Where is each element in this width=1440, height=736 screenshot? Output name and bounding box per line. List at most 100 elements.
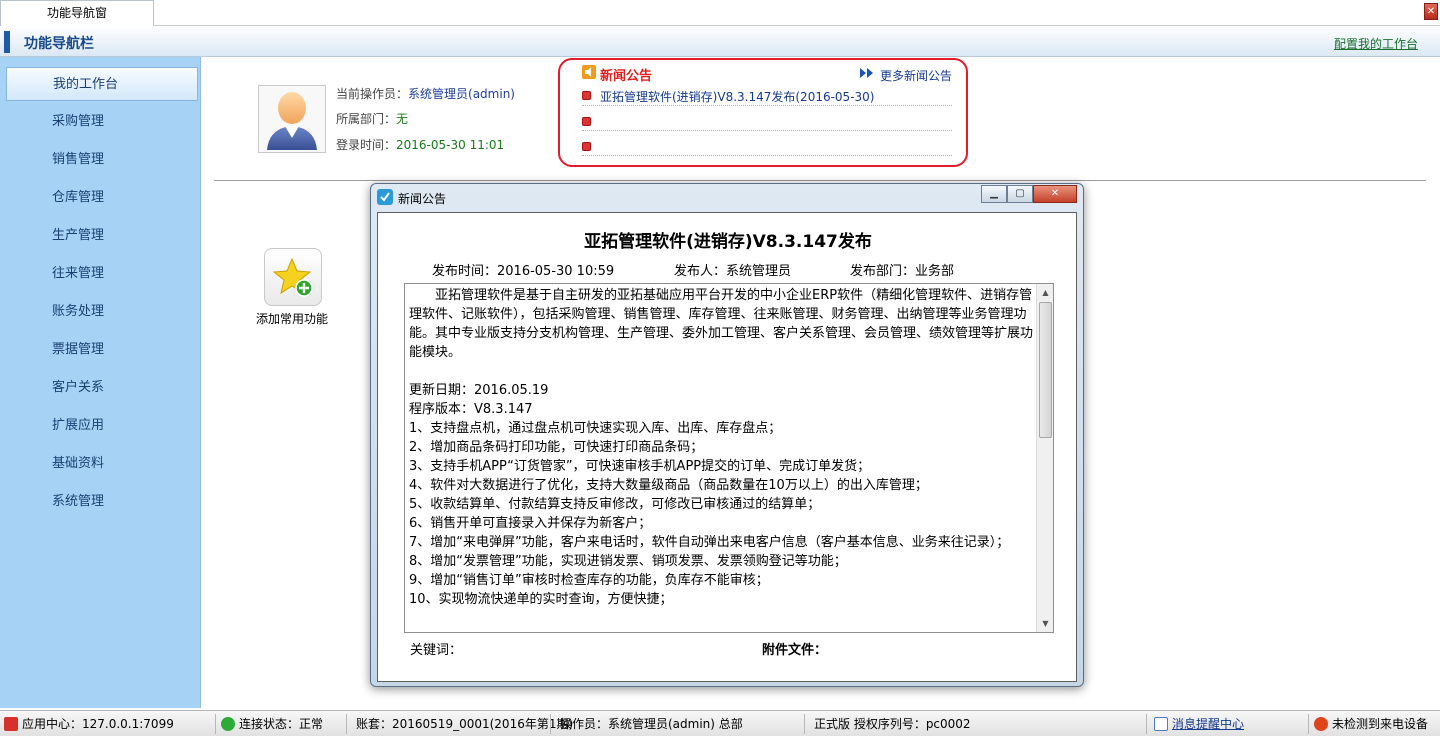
close-icon[interactable]: ✕	[1424, 3, 1438, 20]
header-accent	[4, 31, 10, 53]
check-icon	[221, 717, 235, 731]
message-center-link[interactable]: 消息提醒中心	[1172, 717, 1244, 731]
publish-time: 发布时间：2016-05-30 10:59	[432, 264, 615, 279]
content-line: 5、收款结算单、付款结算支持反审修改，可修改已审核通过的结算单；	[409, 497, 821, 512]
license-status: 正式版 授权序列号：pc0002	[814, 717, 971, 731]
department-label: 所属部门：	[336, 112, 397, 126]
dialog-title: 新闻公告	[398, 192, 447, 206]
double-arrow-icon	[860, 68, 873, 78]
app-center-text: 应用中心：127.0.0.1:7099	[22, 717, 174, 731]
department-value: 无	[396, 112, 409, 126]
scroll-up-icon[interactable]: ▲	[1038, 285, 1053, 300]
device-status-text: 未检测到来电设备	[1332, 717, 1429, 731]
sidebar: 我的工作台 采购管理 销售管理 仓库管理 生产管理 往来管理 账务处理 票据管理…	[0, 57, 201, 708]
status-bar: 应用中心：127.0.0.1:7099 连接状态：正常 账套：20160519_…	[0, 710, 1440, 736]
status-separator	[804, 714, 805, 734]
operator-status: 操作员：系统管理员(admin) 总部	[560, 717, 743, 731]
app-logo-icon	[377, 189, 393, 205]
dialog-body: 亚拓管理软件(进销存)V8.3.147发布 发布时间：2016-05-30 10…	[377, 212, 1077, 682]
login-time-row: 登录时间：2016-05-30 11:01	[336, 136, 504, 153]
content-line: 3、支持手机APP“订货管家”，可快速审核手机APP提交的订单、完成订单发货；	[409, 459, 871, 474]
content-paragraph: 亚拓管理软件是基于自主研发的亚拓基础应用平台开发的中小企业ERP软件（精细化管理…	[409, 288, 1034, 360]
publish-department: 发布部门：业务部	[850, 264, 955, 279]
message-center[interactable]: 消息提醒中心	[1154, 711, 1244, 736]
content-line: 2、增加商品条码打印功能，可快速打印商品条码；	[409, 440, 704, 455]
news-separator	[582, 105, 952, 106]
more-news-link[interactable]: 更多新闻公告	[880, 67, 952, 84]
news-bullet-icon	[582, 117, 591, 126]
content-line: 6、销售开单可直接录入并保存为新客户；	[409, 516, 652, 531]
account-status: 账套：20160519_0001(2016年第1期)	[356, 717, 574, 731]
add-favorite-button[interactable]	[264, 248, 322, 306]
keywords-label: 关键词：	[410, 643, 463, 658]
star-add-icon	[272, 257, 313, 297]
news-separator	[582, 130, 952, 131]
sidebar-item-sales[interactable]: 销售管理	[6, 143, 198, 177]
login-time-label: 登录时间：	[336, 138, 397, 152]
sidebar-item-bills[interactable]: 票据管理	[6, 333, 198, 367]
sidebar-item-system[interactable]: 系统管理	[6, 485, 198, 519]
operator-value: 系统管理员(admin)	[408, 87, 515, 101]
sidebar-item-crm[interactable]: 客户关系	[6, 371, 198, 405]
content-line: 8、增加“发票管理”功能，实现进销发票、销项发票、发票领购登记等功能；	[409, 554, 847, 569]
mail-icon	[1154, 717, 1168, 731]
tab-label: 功能导航窗	[46, 6, 107, 20]
config-workbench-link[interactable]: 配置我的工作台	[1334, 35, 1418, 52]
news-dialog: 新闻公告 ▁ ▢ ✕ 亚拓管理软件(进销存)V8.3.147发布 发布时间：20…	[370, 183, 1084, 687]
department-row: 所属部门：无	[336, 110, 408, 127]
content-line: 9、增加“销售订单”审核时检查库存的功能，负库存不能审核；	[409, 573, 769, 588]
publisher: 发布人：系统管理员	[674, 264, 792, 279]
content-line: 7、增加“来电弹屏”功能，客户来电话时，软件自动弹出来电客户信息（客户基本信息、…	[409, 535, 1010, 550]
news-bullet-icon	[582, 142, 591, 151]
nav-header-title: 功能导航栏	[24, 36, 94, 52]
avatar	[258, 85, 326, 153]
close-button[interactable]: ✕	[1033, 185, 1077, 203]
news-item[interactable]: 亚拓管理软件(进销存)V8.3.147发布(2016-05-30)	[600, 88, 874, 105]
scroll-thumb[interactable]	[1039, 302, 1052, 438]
sidebar-item-warehouse[interactable]: 仓库管理	[6, 181, 198, 215]
alert-dot-icon	[1314, 717, 1328, 731]
status-separator	[1146, 714, 1147, 734]
nav-header: 功能导航栏 配置我的工作台	[0, 27, 1440, 57]
app-center-status: 应用中心：127.0.0.1:7099	[4, 711, 174, 736]
sidebar-item-production[interactable]: 生产管理	[6, 219, 198, 253]
content-text: 亚拓管理软件是基于自主研发的亚拓基础应用平台开发的中小企业ERP软件（精细化管理…	[409, 286, 1035, 609]
sidebar-item-bookkeeping[interactable]: 账务处理	[6, 295, 198, 329]
content-line: 10、实现物流快递单的实时查询，方便快捷；	[409, 592, 673, 607]
tab-function-nav[interactable]: 功能导航窗	[0, 0, 154, 26]
status-separator	[346, 714, 347, 734]
status-separator	[550, 714, 551, 734]
sidebar-item-workbench[interactable]: 我的工作台	[6, 67, 198, 101]
connection-status: 连接状态：正常	[221, 711, 323, 736]
maximize-button[interactable]: ▢	[1007, 185, 1033, 203]
sidebar-item-extensions[interactable]: 扩展应用	[6, 409, 198, 443]
tab-bar: 功能导航窗 ✕	[0, 0, 1440, 26]
content-line: 更新日期：2016.05.19	[409, 383, 549, 398]
add-favorite-label: 添加常用功能	[256, 312, 329, 326]
content-line: 1、支持盘点机，通过盘点机可快速实现入库、出库、库存盘点；	[409, 421, 782, 436]
news-bullet-icon	[582, 91, 591, 100]
news-separator	[582, 155, 952, 156]
operator-label: 当前操作员：	[336, 87, 409, 101]
scroll-down-icon[interactable]: ▼	[1038, 616, 1053, 631]
content-line: 程序版本：V8.3.147	[409, 402, 533, 417]
connection-text: 连接状态：正常	[239, 717, 324, 731]
window-controls: ▁ ▢ ✕	[981, 185, 1077, 203]
vertical-scrollbar[interactable]: ▲ ▼	[1036, 284, 1053, 632]
status-separator	[1308, 714, 1309, 734]
content-divider	[214, 180, 1426, 181]
content-paragraph: ​	[409, 362, 1035, 381]
announcement-icon	[582, 65, 596, 79]
attachment-label: 附件文件：	[762, 643, 828, 658]
app-center-icon	[4, 717, 18, 731]
content-line: 4、软件对大数据进行了优化，支持大数量级商品（商品数量在10万以上）的出入库管理…	[409, 478, 928, 493]
content-textarea[interactable]: 亚拓管理软件是基于自主研发的亚拓基础应用平台开发的中小企业ERP软件（精细化管理…	[404, 283, 1054, 633]
operator-row: 当前操作员：系统管理员(admin)	[336, 85, 515, 102]
status-separator	[215, 714, 216, 734]
minimize-button[interactable]: ▁	[981, 185, 1007, 203]
login-time-value: 2016-05-30 11:01	[396, 138, 505, 152]
sidebar-item-purchase[interactable]: 采购管理	[6, 105, 198, 139]
device-status: 未检测到来电设备	[1314, 711, 1428, 736]
sidebar-item-accounts[interactable]: 往来管理	[6, 257, 198, 291]
sidebar-item-basic-data[interactable]: 基础资料	[6, 447, 198, 481]
